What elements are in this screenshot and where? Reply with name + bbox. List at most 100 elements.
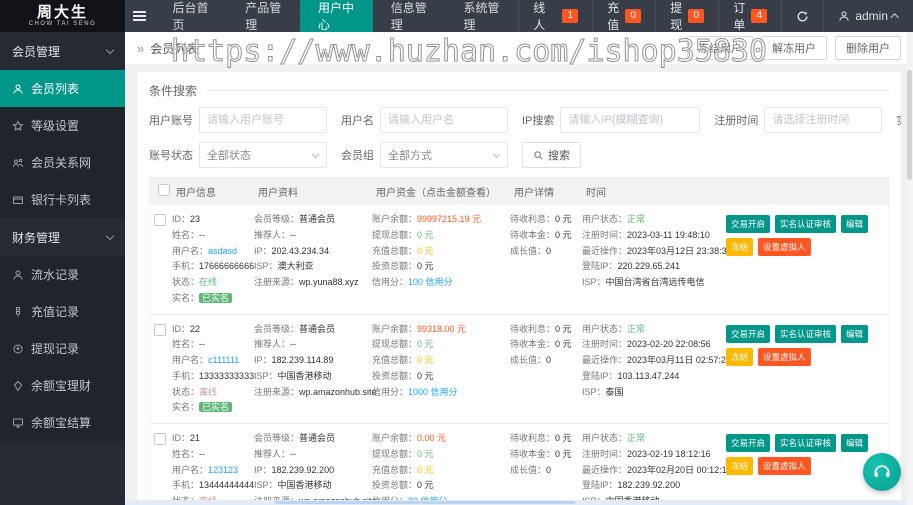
- realname-audit-button[interactable]: 实名认证审核: [775, 434, 837, 452]
- set-virtual-button[interactable]: 设置虚拟人: [758, 238, 811, 256]
- nav-item-dashboard[interactable]: 后台首页: [154, 0, 227, 32]
- time-cell: 用户状态：正常 注册时间：2023-02-20 22:08:56 最近操作：20…: [582, 323, 731, 397]
- time-cell: 用户状态：正常 注册时间：2023-03-11 19:48:10 最近操作：20…: [582, 214, 732, 287]
- person-icon: [839, 11, 849, 21]
- row-checkbox[interactable]: [154, 214, 166, 226]
- set-virtual-button[interactable]: 设置虚拟人: [758, 457, 811, 475]
- user-icon: [13, 84, 23, 94]
- sidebar-item-recharge-records[interactable]: 充值记录: [0, 293, 125, 330]
- search-row-1: 用户账号 用户名 IP搜索 注册时间: [149, 107, 901, 133]
- brand-logo: 周大生 CHOW TAI SENG: [0, 0, 125, 32]
- username-link[interactable]: c111111: [208, 355, 239, 365]
- sidebar-item-bank-cards[interactable]: 银行卡列表: [0, 181, 125, 218]
- freeze-button[interactable]: 冻结: [726, 238, 754, 256]
- trade-toggle-button[interactable]: 交易开启: [726, 215, 771, 233]
- col-user-profile: 用户资料: [258, 188, 298, 199]
- stat-online-users[interactable]: 在线人数 1: [518, 0, 592, 49]
- sidebar-group-label: 财务管理: [12, 230, 61, 245]
- freeze-button[interactable]: 冻结: [726, 457, 754, 475]
- realname-audit-button[interactable]: 实名认证审核: [775, 215, 837, 233]
- select-value: 全部方式: [388, 150, 432, 162]
- time-cell: 用户状态：正常 注册时间：2023-02-19 18:12:16 最近操作：20…: [582, 433, 732, 500]
- nav-item-info[interactable]: 信息管理: [373, 0, 446, 32]
- sidebar-item-flow-records[interactable]: 流水记录: [0, 256, 125, 293]
- report-icon: [13, 418, 23, 427]
- sidebar-item-label: 提现记录: [31, 342, 80, 356]
- username-link[interactable]: asdasd: [208, 246, 237, 256]
- regtime-label: 注册时间: [714, 115, 759, 127]
- breadcrumb: 会员列表: [150, 41, 199, 56]
- col-user-detail: 用户详情: [514, 188, 554, 199]
- star-icon: [12, 119, 24, 131]
- horizontal-scrollbar[interactable]: [125, 500, 906, 505]
- member-group-select[interactable]: 全部方式: [380, 142, 508, 168]
- table-header: 用户信息 用户资料 用户资金（点击金额查看） 用户详情 时间: [149, 177, 889, 205]
- ip-search-group: IP搜索: [522, 107, 701, 133]
- sidebar-item-label: 会员关系网: [31, 156, 92, 170]
- row-checkbox[interactable]: [154, 433, 166, 445]
- refresh-icon[interactable]: [781, 0, 823, 32]
- sidebar-item-level-settings[interactable]: 等级设置: [0, 107, 125, 144]
- realname-badge: 已实名: [199, 402, 233, 413]
- balance-value[interactable]: 0.00 元: [417, 433, 446, 443]
- scrollbar-thumb[interactable]: [275, 501, 575, 504]
- regtime-input[interactable]: [764, 107, 883, 133]
- freeze-users-button[interactable]: 冻结用户: [687, 36, 753, 60]
- account-input[interactable]: [199, 107, 327, 133]
- balance-value[interactable]: 99997215.19 元: [417, 214, 481, 224]
- sidebar-item-member-list[interactable]: 会员列表: [0, 70, 125, 107]
- edit-button[interactable]: 编辑: [841, 434, 869, 452]
- member-group-group: 会员组 全部方式: [341, 142, 508, 168]
- search-fieldset: 条件搜索: [149, 82, 889, 99]
- nav-item-user-center[interactable]: 用户中心: [299, 0, 373, 32]
- member-list-card: 条件搜索 用户账号 用户名 IP搜索: [137, 72, 901, 500]
- select-value: 全部状态: [207, 150, 251, 162]
- search-button-label: 搜索: [548, 150, 570, 162]
- chevron-down-icon: [105, 231, 115, 240]
- hamburger-menu-icon[interactable]: [125, 0, 154, 32]
- customer-service-float-button[interactable]: [863, 453, 901, 491]
- sidebar-item-yuebao-settlement[interactable]: 余额宝结算: [0, 404, 125, 441]
- edit-button[interactable]: 编辑: [841, 324, 869, 343]
- username-input[interactable]: [380, 107, 508, 133]
- nav-item-products[interactable]: 产品管理: [227, 0, 300, 32]
- account-status-group: 账号状态 全部状态: [149, 142, 327, 168]
- trade-toggle-button[interactable]: 交易开启: [726, 324, 771, 343]
- set-virtual-button[interactable]: 设置虚拟人: [758, 347, 811, 366]
- scrollbar-thumb[interactable]: [907, 70, 912, 180]
- unfreeze-users-button[interactable]: 解冻用户: [761, 36, 827, 60]
- col-user-funds: 用户资金（点击金额查看）: [376, 188, 496, 199]
- nav-item-system[interactable]: 系统管理: [446, 0, 519, 32]
- realname-audit-button[interactable]: 实名认证审核: [775, 324, 837, 343]
- freeze-button[interactable]: 冻结: [726, 347, 754, 366]
- account-status-select[interactable]: 全部状态: [199, 142, 327, 168]
- user-info-cell: ID：22 姓名：-- 用户名：c111111 手机：13333333333 状…: [172, 323, 255, 413]
- balance-value[interactable]: 99318.00 元: [417, 324, 466, 334]
- table-row: ID：21 姓名：-- 用户名：123123 手机：13444444444 状态…: [149, 424, 889, 500]
- diamond-icon: [13, 380, 23, 391]
- username-link[interactable]: 123123: [208, 465, 238, 475]
- edit-button[interactable]: 编辑: [841, 215, 869, 233]
- row-checkbox[interactable]: [154, 323, 166, 336]
- sidebar-group-finance[interactable]: 财务管理: [0, 218, 125, 256]
- admin-dropdown[interactable]: admin: [823, 0, 913, 32]
- sidebar-group-label: 会员管理: [12, 44, 61, 59]
- search-button[interactable]: 搜索: [522, 142, 581, 168]
- search-row-2: 账号状态 全部状态 会员组 全部方式 搜索: [149, 142, 889, 168]
- stat-label: 订单: [733, 1, 746, 32]
- trade-toggle-button[interactable]: 交易开启: [726, 434, 771, 452]
- stat-recharge[interactable]: 充值 0: [592, 0, 655, 32]
- vertical-scrollbar[interactable]: [906, 32, 913, 505]
- bank-card-icon: [13, 196, 23, 204]
- delete-users-button[interactable]: 删除用户: [835, 36, 901, 60]
- sidebar-item-member-network[interactable]: 会员关系网: [0, 144, 125, 181]
- sidebar-item-yuebao-finance[interactable]: 余额宝理财: [0, 367, 125, 404]
- select-all-checkbox[interactable]: [158, 184, 170, 196]
- ip-input[interactable]: [560, 107, 701, 133]
- stat-orders[interactable]: 订单 4: [718, 0, 781, 32]
- sidebar-group-members[interactable]: 会员管理: [0, 32, 125, 70]
- breadcrumb-arrow: »: [137, 40, 145, 56]
- sidebar-item-withdraw-records[interactable]: 提现记录: [0, 330, 125, 367]
- stat-withdraw[interactable]: 提现 0: [655, 0, 718, 32]
- user-detail-cell: 待收利息：0 元 待收本金：0 元 成长值：0: [510, 214, 572, 256]
